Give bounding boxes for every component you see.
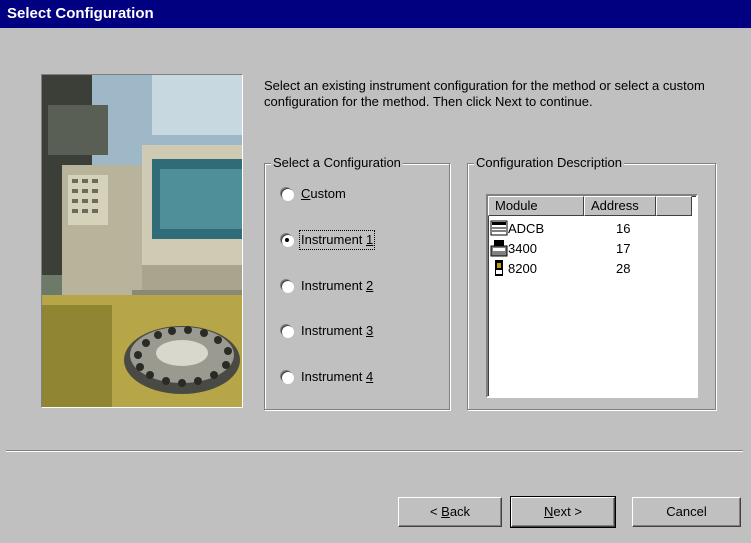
custom-radio-label[interactable]: Custom [301, 186, 346, 202]
empty-column-header [656, 196, 692, 216]
module-name: 8200 [508, 260, 537, 276]
module-row-3400[interactable]: 3400 17 [490, 238, 630, 258]
instrument-1-radio-option[interactable]: Instrument 1 [281, 230, 376, 250]
back-button[interactable]: < Back [398, 497, 502, 527]
configuration-description-group-title: Configuration Description [474, 155, 624, 171]
instrument-4-radio-label[interactable]: Instrument 4 [301, 369, 373, 385]
adcb-module-icon [490, 219, 508, 237]
module-address: 16 [616, 220, 631, 236]
instrument-2-radio-button[interactable] [281, 280, 293, 292]
select-configuration-group-title: Select a Configuration [271, 155, 403, 171]
module-name: 3400 [508, 240, 537, 256]
instrument-4-radio-button[interactable] [281, 371, 293, 383]
instrument-3-radio-option[interactable]: Instrument 3 [281, 321, 373, 341]
instrument-2-radio-option[interactable]: Instrument 2 [281, 276, 373, 296]
instrument-3-radio-button[interactable] [281, 325, 293, 337]
instrument-2-radio-label[interactable]: Instrument 2 [301, 278, 373, 294]
instrument-1-radio-label[interactable]: Instrument 1 [298, 230, 376, 250]
module-address: 28 [616, 260, 631, 276]
module-column-header[interactable]: Module [488, 196, 584, 216]
footer-separator [6, 450, 743, 452]
3400-module-icon [490, 239, 508, 257]
custom-radio-button[interactable] [281, 188, 293, 200]
configuration-description-group: Configuration Description Module Address… [467, 155, 716, 410]
select-configuration-group: Select a Configuration Custom Instrument… [264, 155, 450, 410]
module-name: ADCB [508, 220, 545, 236]
instrument-photo [41, 74, 243, 408]
address-column-header[interactable]: Address [584, 196, 656, 216]
module-row-adcb[interactable]: ADCB 16 [490, 218, 630, 238]
custom-radio-option[interactable]: Custom [281, 184, 346, 204]
next-button[interactable]: Next > [510, 496, 616, 528]
instructions-text: Select an existing instrument configurat… [264, 78, 705, 109]
8200-module-icon [490, 259, 508, 277]
module-list-header: Module Address [488, 196, 696, 216]
instrument-1-radio-button[interactable] [281, 234, 293, 246]
module-row-8200[interactable]: 8200 28 [490, 258, 630, 278]
module-list[interactable]: Module Address ADCB 16 3400 17 8200 28 [486, 194, 698, 398]
instrument-3-radio-label[interactable]: Instrument 3 [301, 323, 373, 339]
title-bar: Select Configuration [0, 0, 751, 28]
module-address: 17 [616, 240, 631, 256]
cancel-button[interactable]: Cancel [632, 497, 741, 527]
instrument-4-radio-option[interactable]: Instrument 4 [281, 367, 373, 387]
dialog-title: Select Configuration [7, 5, 154, 22]
